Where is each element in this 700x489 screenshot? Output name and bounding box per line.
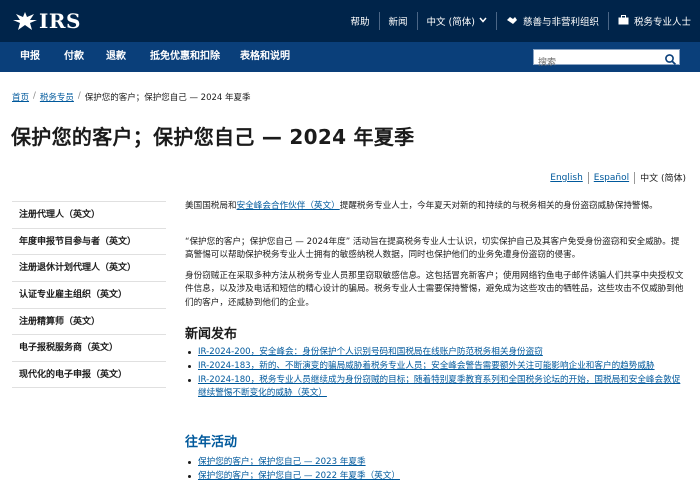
sidebar-item-modernized-e-file[interactable]: 现代化的电子申报（英文） [12, 361, 166, 388]
nav-file[interactable]: 申报 [20, 42, 40, 72]
nav-forms-instructions[interactable]: 表格和说明 [240, 42, 290, 72]
news-link[interactable]: IR-2024-200，安全峰会：身份保护个人识别号码和国税局在线账户防范税务相… [198, 347, 543, 357]
sidebar-item-retirement-plan-agents[interactable]: 注册退休计划代理人（英文） [12, 254, 166, 281]
lang-english[interactable]: English [545, 173, 588, 183]
intro-text-start: 美国国税局和 [185, 201, 237, 211]
lang-current: 中文 (简体) [640, 174, 686, 184]
chevron-down-icon [479, 16, 487, 26]
eagle-icon [13, 12, 37, 30]
list-item: IR-2024-200，安全峰会：身份保护个人识别号码和国税局在线账户防范税务相… [185, 346, 685, 359]
search-button[interactable] [664, 51, 677, 66]
past-campaigns-heading[interactable]: 往年活动 [185, 431, 237, 450]
campaign-paragraph: “保护您的客户；保护您自己 — 2024年度” 活动旨在提高税务专业人士认识，切… [185, 237, 680, 261]
charities-link[interactable]: 慈善与非营利组织 [495, 12, 608, 30]
sidebar-item-annual-filing-season[interactable]: 年度申报节目参与者（英文） [12, 227, 166, 255]
handshake-icon [506, 15, 518, 28]
sidebar-item-enrolled-agents[interactable]: 注册代理人（英文） [12, 201, 166, 228]
list-item: 保护您的客户；保护您自己 — 2022 年夏季（英文） [185, 470, 685, 483]
lang-spanish[interactable]: Español [589, 173, 634, 183]
tax-pros-label: 税务专业人士 [633, 17, 691, 28]
news-list: IR-2024-200，安全峰会：身份保护个人识别号码和国税局在线账户防范税务相… [185, 346, 685, 401]
breadcrumb-tax-pros[interactable]: 税务专员 [40, 91, 74, 103]
threats-paragraph: 身份窃贼正在采取多种方法从税务专业人员那里窃取敏感信息。这包括冒充新客户；使用网… [185, 271, 684, 308]
breadcrumb-separator: / [33, 91, 36, 101]
breadcrumb-home[interactable]: 首页 [12, 91, 29, 103]
help-link[interactable]: 帮助 [342, 12, 379, 30]
briefcase-icon [618, 14, 629, 28]
list-item: IR-2024-180，税务专业人员继续成为身份窃贼的目标；随着特别夏季教育系列… [185, 374, 685, 399]
nav-refunds[interactable]: 退款 [106, 42, 126, 72]
nav-credits-deductions[interactable]: 抵免优惠和扣除 [150, 42, 220, 72]
intro-text-end: 提醒税务专业人士，今年夏天对新的和持续的与税务相关的身份盗窃威胁保持警惕。 [339, 201, 658, 211]
logo-text: IRS [39, 9, 81, 33]
sidebar-item-e-file-providers[interactable]: 电子报税服务商（英文） [12, 334, 166, 361]
intro-paragraph: 美国国税局和安全峰会合作伙伴（英文）提醒税务专业人士，今年夏天对新的和持续的与税… [185, 200, 685, 213]
search-box [533, 49, 680, 70]
sidebar-item-enrolled-actuaries[interactable]: 注册精算师（英文） [12, 307, 166, 335]
language-label: 中文 (简体) [426, 17, 475, 28]
news-link[interactable]: IR-2024-180，税务专业人员继续成为身份窃贼的目标；随着特别夏季教育系列… [198, 375, 680, 398]
page-title: 保护您的客户；保护您自己 — 2024 年夏季 [11, 125, 415, 149]
sidebar: 注册代理人（英文） 年度申报节目参与者（英文） 注册退休计划代理人（英文） 认证… [12, 201, 166, 388]
tax-pros-link[interactable]: 税务专业人士 [607, 12, 700, 30]
nav-pay[interactable]: 付款 [64, 42, 84, 72]
list-item: IR-2024-183，新的、不断演变的骗局威胁着税务专业人员；安全峰会警告需要… [185, 360, 685, 373]
news-link[interactable]: IR-2024-183，新的、不断演变的骗局威胁着税务专业人员；安全峰会警告需要… [198, 361, 655, 371]
irs-logo[interactable]: IRS [12, 9, 81, 33]
news-heading: 新闻发布 [185, 327, 238, 342]
breadcrumb-separator: / [77, 91, 81, 101]
security-summit-link[interactable]: 安全峰会合作伙伴（英文） [237, 201, 340, 211]
language-switcher: English Español 中文 (简体) [545, 171, 686, 184]
language-selector[interactable]: 中文 (简体) [416, 12, 496, 30]
list-item: 保护您的客户；保护您自己 — 2023 年夏季 [185, 456, 685, 469]
top-header: IRS 帮助 新闻 中文 (简体) 慈善与非营利组织 税务专业人士 [0, 0, 700, 42]
past-campaign-link[interactable]: 保护您的客户；保护您自己 — 2023 年夏季 [198, 457, 366, 467]
past-campaign-link[interactable]: 保护您的客户；保护您自己 — 2022 年夏季（英文） [198, 471, 400, 481]
news-link[interactable]: 新闻 [378, 12, 417, 30]
breadcrumb-current: 保护您的客户；保护您自己 — 2024 年夏季 [84, 93, 251, 103]
past-campaigns-list: 保护您的客户；保护您自己 — 2023 年夏季 保护您的客户；保护您自己 — 2… [185, 456, 685, 484]
charities-label: 慈善与非营利组织 [522, 17, 599, 28]
search-icon [665, 54, 677, 66]
search-input[interactable] [534, 56, 662, 70]
breadcrumb: 首页 / 税务专员 / 保护您的客户；保护您自己 — 2024 年夏季 [12, 91, 251, 103]
sidebar-item-certified-peo[interactable]: 认证专业雇主组织（英文） [12, 281, 166, 308]
